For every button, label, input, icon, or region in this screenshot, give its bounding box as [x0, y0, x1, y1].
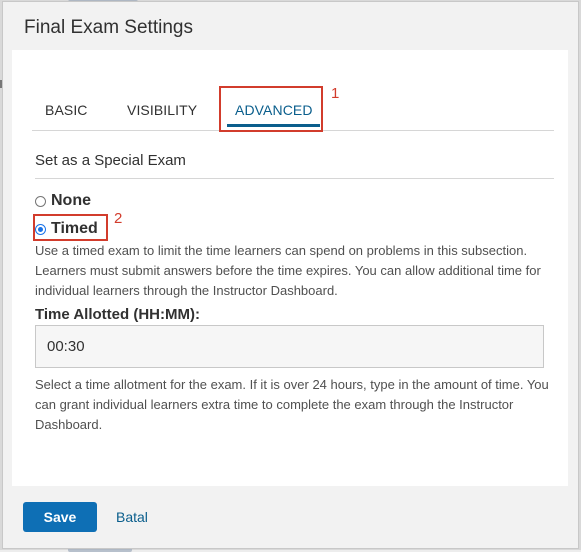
time-allotted-help: Select a time allotment for the exam. If…	[35, 377, 549, 432]
dialog-title: Final Exam Settings	[24, 17, 193, 38]
annotation-number-1: 1	[331, 85, 340, 102]
tab-visibility[interactable]: VISIBILITY	[127, 102, 197, 118]
radio-none-label[interactable]: None	[51, 192, 91, 210]
special-exam-heading: Set as a Special Exam	[35, 152, 186, 169]
save-button[interactable]: Save	[23, 502, 97, 532]
cancel-link[interactable]: Batal	[116, 509, 148, 525]
radio-none-button[interactable]	[35, 195, 46, 207]
tab-basic[interactable]: BASIC	[45, 102, 88, 118]
time-allotted-input[interactable]	[35, 325, 544, 368]
dialog-body: BASIC VISIBILITY ADVANCED 1 Set as a Spe…	[12, 50, 568, 486]
annotation-box-timed	[33, 214, 108, 241]
time-allotted-label: Time Allotted (HH:MM):	[35, 306, 200, 323]
section-divider	[35, 178, 554, 179]
annotation-number-2: 2	[114, 210, 123, 227]
radio-none[interactable]: None	[35, 191, 91, 211]
exam-settings-dialog: Final Exam Settings BASIC VISIBILITY ADV…	[2, 1, 579, 549]
timed-exam-description: Use a timed exam to limit the time learn…	[35, 243, 541, 298]
annotation-box-tab	[219, 86, 323, 132]
